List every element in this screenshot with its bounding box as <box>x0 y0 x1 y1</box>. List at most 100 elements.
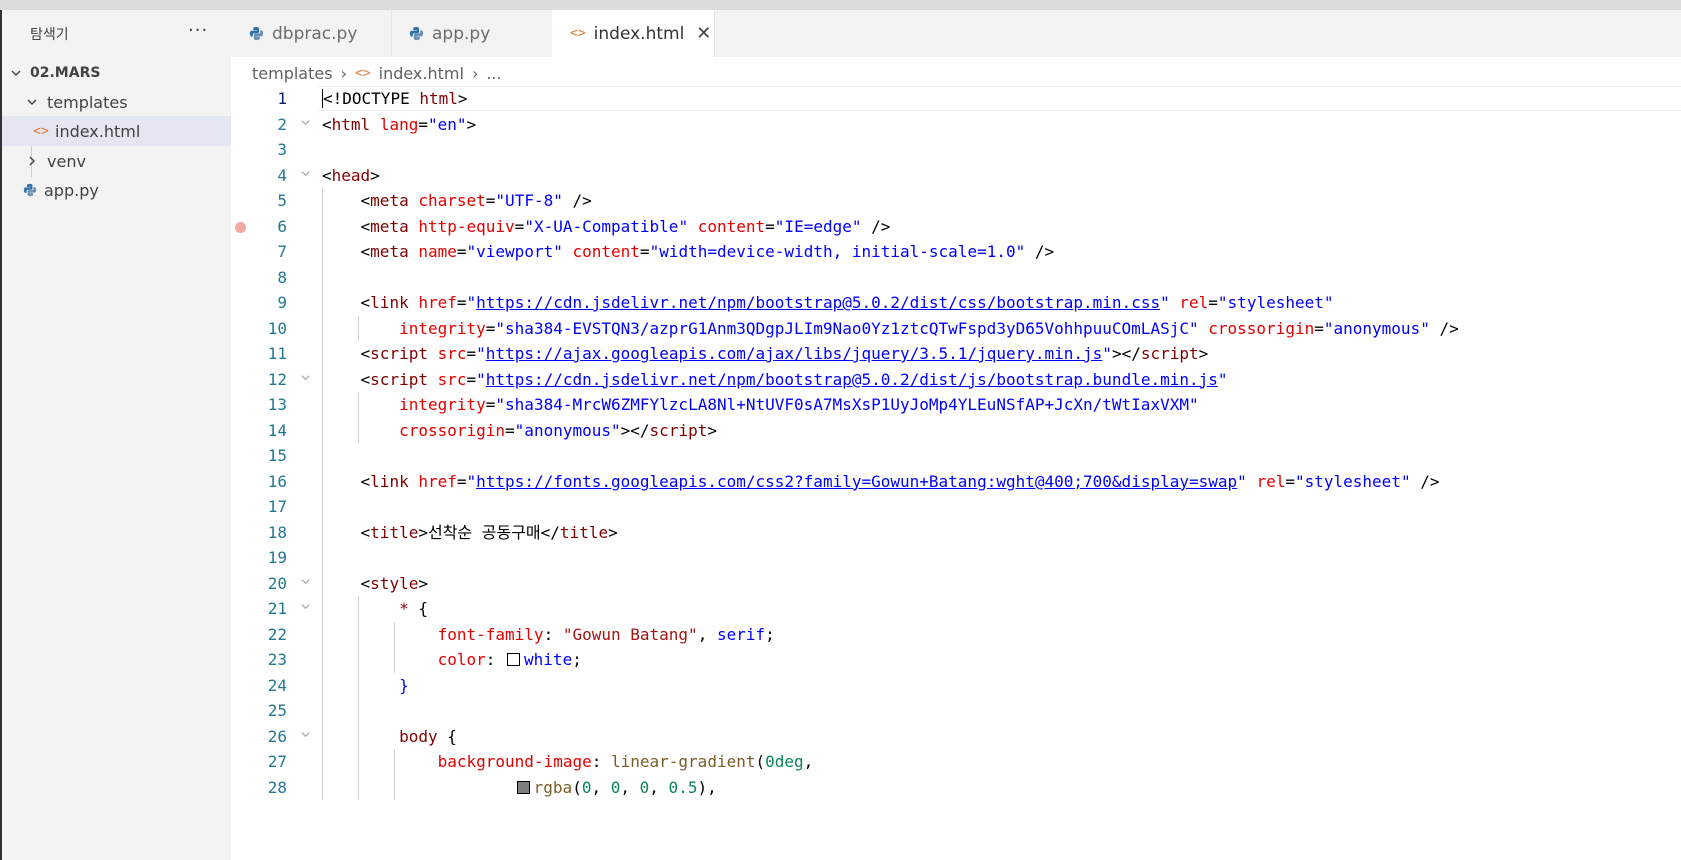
code-token: script <box>649 420 708 440</box>
more-actions-icon[interactable]: ··· <box>188 20 208 41</box>
code-token: = <box>456 471 467 491</box>
tree-item-app-py[interactable]: app.py <box>2 175 251 205</box>
code-line[interactable]: 14 crossorigin="anonymous"></script> <box>231 418 1681 444</box>
python-icon <box>409 26 424 41</box>
url-link[interactable]: https://ajax.googleapis.com/ajax/libs/jq… <box>486 344 1103 363</box>
code-line[interactable]: 2 <html lang="en"> <box>231 112 1681 138</box>
code-token: " <box>466 293 477 312</box>
code-token: meta <box>370 242 419 261</box>
code-token: = <box>1285 471 1295 491</box>
code-line[interactable]: 5 <meta charset="UTF-8" /> <box>231 188 1681 214</box>
breadcrumb-item-symbols[interactable]: ... <box>486 64 501 83</box>
line-number: 14 <box>267 420 287 440</box>
code-line[interactable]: 6 <meta http-equiv="X-UA-Compatible" con… <box>231 214 1681 240</box>
tree-item-templates[interactable]: templates <box>2 87 253 117</box>
code-token: < <box>322 242 371 261</box>
code-token: font-family <box>437 624 544 644</box>
code-editor[interactable]: 1 <!DOCTYPE html> 2 <html lang="en"> 3 4 <head… <box>231 86 1681 860</box>
code-line[interactable]: 17 <box>231 494 1681 520</box>
html-file-icon: <> <box>33 123 49 139</box>
code-text: <title>선착순 공동구매</title> <box>322 520 618 546</box>
code-line[interactable]: 13 integrity="sha384-MrcW6ZMFYlzcLA8Nl+N… <box>231 392 1681 418</box>
fold-chevron-icon[interactable] <box>300 596 311 622</box>
code-line[interactable]: 26 body { <box>231 724 1681 750</box>
fold-chevron-icon[interactable] <box>300 367 311 393</box>
code-token: , <box>803 752 814 771</box>
tab-app-py[interactable]: app.py <box>391 10 553 57</box>
chevron-down-icon <box>24 96 40 108</box>
code-token: /> <box>861 216 891 236</box>
code-token: integrity <box>399 318 486 338</box>
code-line[interactable]: 16 <link href="https://fonts.googleapis.… <box>231 469 1681 495</box>
code-token: * <box>399 599 409 618</box>
code-line[interactable]: 24 } <box>231 673 1681 699</box>
code-token: style <box>370 573 419 593</box>
code-token: href <box>418 471 457 491</box>
code-token: "Gowun Batang" <box>562 624 698 644</box>
fold-chevron-icon[interactable] <box>300 571 311 597</box>
code-line[interactable]: 8 <box>231 265 1681 291</box>
code-token: > <box>457 89 468 108</box>
code-line[interactable]: 22 font-family: "Gowun Batang", serif; <box>231 622 1681 648</box>
root-folder-label: 02.MARS <box>30 65 101 81</box>
code-line[interactable]: 4 <head> <box>231 163 1681 189</box>
fold-chevron-icon[interactable] <box>300 112 311 138</box>
code-text: <meta name="viewport" content="width=dev… <box>322 239 1055 265</box>
code-token: title <box>370 522 419 542</box>
tree-item-venv[interactable]: venv <box>2 146 253 176</box>
line-number: 13 <box>267 395 287 414</box>
html-file-icon: <> <box>354 65 371 81</box>
code-token: < <box>322 114 332 134</box>
code-token: html <box>331 114 380 134</box>
code-line[interactable]: 28 rgba(0, 0, 0, 0.5), <box>231 775 1681 801</box>
code-text: <meta http-equiv="X-UA-Compatible" conte… <box>322 214 891 240</box>
code-token: rel <box>1179 293 1209 312</box>
code-token: > <box>418 573 428 593</box>
code-line[interactable]: 12 <script src="https://cdn.jsdelivr.net… <box>231 367 1681 393</box>
url-link[interactable]: https://cdn.jsdelivr.net/npm/bootstrap@5… <box>486 370 1218 389</box>
breadcrumb-item-templates[interactable]: templates <box>252 64 333 83</box>
code-token: content <box>697 216 766 236</box>
code-line[interactable]: 18 <title>선착순 공동구매</title> <box>231 520 1681 546</box>
line-number: 27 <box>267 752 287 771</box>
url-link[interactable]: https://cdn.jsdelivr.net/npm/bootstrap@5… <box>476 293 1160 312</box>
code-token: > <box>370 165 380 185</box>
code-line[interactable]: 3 <box>231 137 1681 163</box>
url-link[interactable]: https://fonts.googleapis.com/css2?family… <box>476 472 1237 491</box>
fold-chevron-icon[interactable] <box>300 163 311 189</box>
indent-guide <box>394 749 396 800</box>
code-line[interactable]: 21 * { <box>231 596 1681 622</box>
fold-chevron-icon[interactable] <box>300 724 311 750</box>
code-line[interactable]: 1 <!DOCTYPE html> <box>231 86 1681 112</box>
code-line[interactable]: 11 <script src="https://ajax.googleapis.… <box>231 341 1681 367</box>
code-line[interactable]: 10 integrity="sha384-EVSTQN3/azprG1Anm3Q… <box>231 316 1681 342</box>
code-token: lang <box>379 114 419 134</box>
code-line[interactable]: 15 <box>231 443 1681 469</box>
tree-root-folder[interactable]: 02.MARS <box>2 58 237 88</box>
editor-tab-bar: dbprac.py app.py <> index.html ✕ <box>231 10 1681 57</box>
code-token: /> <box>1410 471 1440 491</box>
code-line[interactable]: 23 color: white; <box>231 647 1681 673</box>
code-line[interactable]: 7 <meta name="viewport" content="width=d… <box>231 239 1681 265</box>
close-icon[interactable]: ✕ <box>696 23 711 44</box>
code-token: head <box>331 165 371 185</box>
code-line[interactable]: 19 <box>231 545 1681 571</box>
code-token: background-image <box>437 752 592 771</box>
code-line[interactable]: 9 <link href="https://cdn.jsdelivr.net/n… <box>231 290 1681 316</box>
tab-dbprac-py[interactable]: dbprac.py <box>231 10 392 57</box>
code-line[interactable]: 27 background-image: linear-gradient(0de… <box>231 749 1681 775</box>
code-line[interactable]: 20 <style> <box>231 571 1681 597</box>
code-token: = <box>456 242 467 261</box>
code-token: "stylesheet" <box>1294 471 1411 491</box>
code-token: = <box>639 242 650 261</box>
line-number: 19 <box>267 548 287 567</box>
breadcrumb-item-file[interactable]: index.html <box>379 64 464 83</box>
tab-index-html[interactable]: <> index.html ✕ <box>552 10 715 57</box>
line-number: 24 <box>267 675 287 695</box>
tree-item-index-html[interactable]: <> index.html <box>2 116 262 146</box>
code-line[interactable]: 25 <box>231 698 1681 724</box>
code-token: name <box>418 242 457 261</box>
code-text: color: white; <box>322 647 582 673</box>
